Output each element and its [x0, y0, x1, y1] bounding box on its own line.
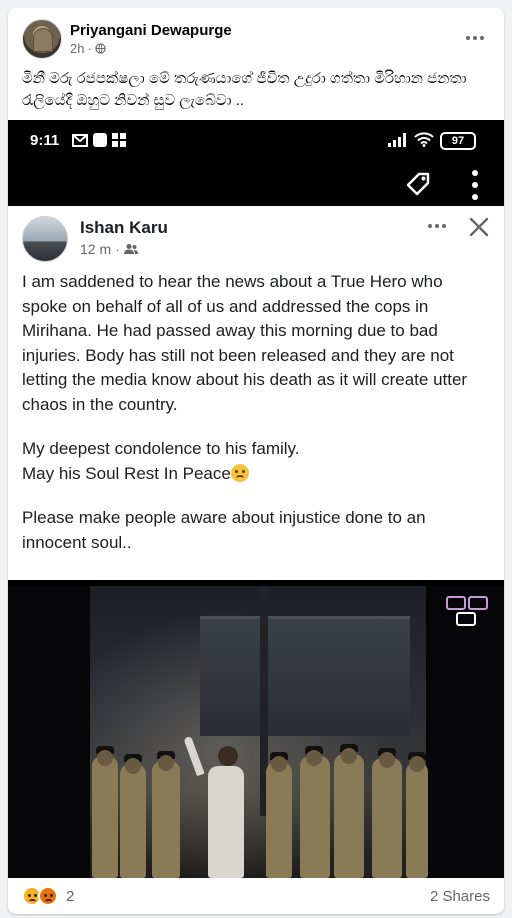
post-time[interactable]: 2h — [70, 41, 84, 56]
post-options-button[interactable] — [460, 26, 490, 50]
post-header: Priyangani Dewapurge 2h · — [8, 8, 504, 68]
viewer-more-icon[interactable] — [470, 170, 480, 200]
inner-post-meta: 12 m · — [80, 241, 138, 257]
shares-count[interactable]: 2 Shares — [430, 888, 490, 905]
post-card: Priyangani Dewapurge 2h · මිනී මරු රජපක්… — [8, 8, 504, 914]
post-caption: මිනී මරු රජපක්ෂලා මේ තරුණයාගේ ජීවිත උදුර… — [22, 70, 467, 109]
status-time: 9:11 — [30, 132, 60, 149]
friends-icon — [123, 244, 138, 254]
inner-paragraph: Please make people aware about injustice… — [22, 508, 426, 552]
inner-options-icon — [428, 224, 446, 228]
signal-icon — [388, 132, 406, 147]
phone-status-bar: 9:11 97 — [8, 120, 504, 164]
angry-reaction-icon — [38, 886, 58, 906]
author-name[interactable]: Priyangani Dewapurge — [70, 22, 232, 39]
reactions-summary[interactable]: 2 — [22, 886, 74, 906]
status-right-icons — [388, 132, 434, 147]
channel-logo-icon — [444, 592, 492, 630]
inner-post-body: I am saddened to hear the news about a T… — [22, 270, 492, 555]
inner-paragraph: My deepest condolence to his family. — [22, 439, 300, 458]
inner-author-avatar — [22, 216, 68, 262]
viewer-toolbar — [8, 164, 504, 204]
post-footer: 2 2 Shares — [8, 878, 504, 914]
inner-paragraph: I am saddened to hear the news about a T… — [22, 272, 468, 414]
reaction-count: 2 — [66, 887, 75, 905]
inner-author-name: Ishan Karu — [80, 218, 168, 237]
night-street-scene — [90, 586, 428, 878]
post-meta: 2h · — [70, 41, 106, 56]
grid-icon — [112, 133, 126, 147]
battery-icon: 97 — [440, 132, 476, 150]
close-icon — [469, 217, 489, 237]
app-notification-icon — [93, 133, 107, 147]
inner-post-time: 12 m — [80, 241, 112, 257]
inner-facebook-post: Ishan Karu 12 m · I am saddened to hear … — [8, 206, 504, 580]
author-avatar[interactable] — [22, 19, 62, 59]
shared-screenshot[interactable]: 9:11 97 Ishan Karu 12 m · I am saddened … — [8, 120, 504, 878]
globe-icon — [95, 43, 106, 54]
wifi-icon — [414, 132, 434, 147]
mail-icon — [72, 133, 88, 147]
crying-face-icon — [230, 463, 249, 482]
inner-paragraph-rip: May his Soul Rest In Peace — [22, 462, 492, 487]
video-frame — [8, 586, 504, 878]
status-notification-icons — [72, 133, 126, 147]
tag-icon[interactable] — [404, 170, 434, 200]
